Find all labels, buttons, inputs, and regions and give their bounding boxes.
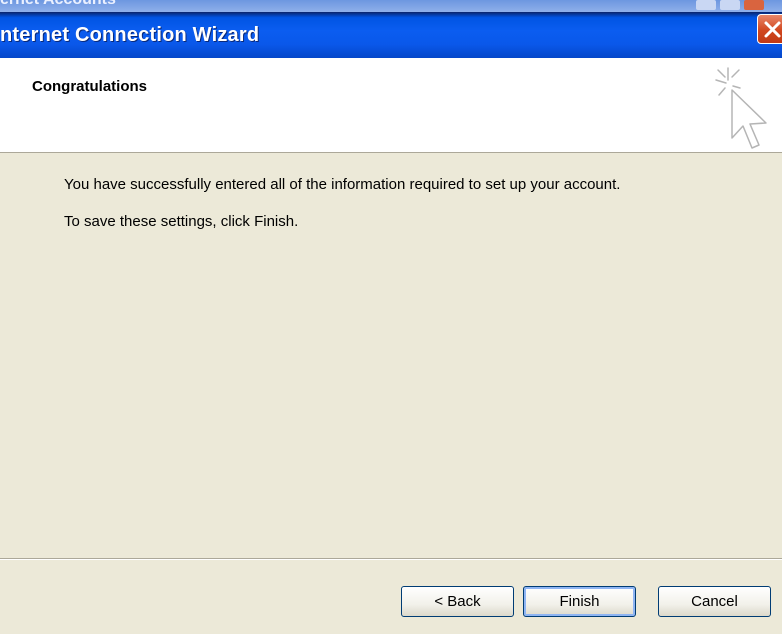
finish-button[interactable]: Finish xyxy=(523,586,636,617)
background-close-icon xyxy=(744,0,764,10)
close-button[interactable] xyxy=(757,14,782,44)
finish-instruction: To save these settings, click Finish. xyxy=(64,213,299,230)
cursor-sparkle-icon xyxy=(715,67,767,149)
background-window-controls xyxy=(692,0,782,12)
success-message: You have successfully entered all of the… xyxy=(64,176,621,193)
background-window-title: ernet Accounts xyxy=(0,0,116,9)
dialog-title: nternet Connection Wizard xyxy=(0,24,260,46)
cancel-button[interactable]: Cancel xyxy=(658,586,771,617)
wizard-header: Congratulations xyxy=(0,58,782,153)
background-minimize-icon xyxy=(696,0,716,10)
dialog-titlebar: nternet Connection Wizard xyxy=(0,12,782,58)
background-maximize-icon xyxy=(720,0,740,10)
back-button[interactable]: < Back xyxy=(401,586,514,617)
background-window-titlebar: ernet Accounts xyxy=(0,0,782,12)
footer-divider xyxy=(0,558,782,560)
close-icon xyxy=(764,21,781,38)
page-title: Congratulations xyxy=(32,78,147,95)
